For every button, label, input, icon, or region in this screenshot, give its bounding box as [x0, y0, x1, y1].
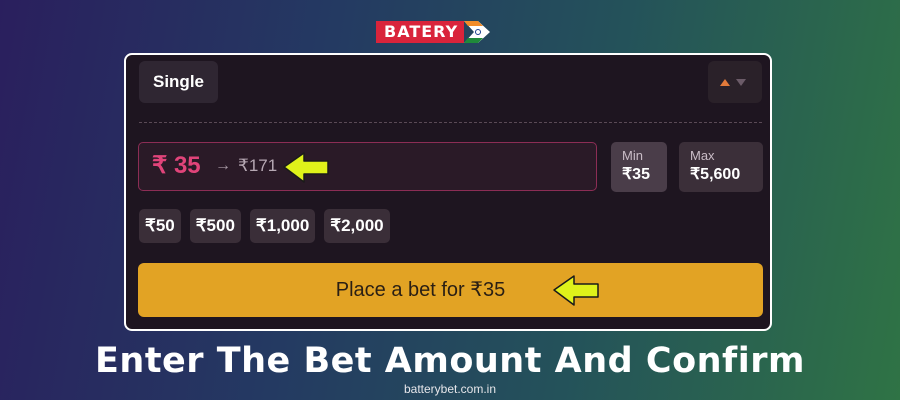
- site-domain: batterybet.com.in: [403, 382, 497, 396]
- bet-panel: Single ₹ 35 → ₹171 Min ₹35 Max ₹5,600 ₹5…: [124, 53, 772, 331]
- max-value: ₹5,600: [690, 166, 741, 183]
- bet-mode-toggle[interactable]: [708, 61, 762, 103]
- sort-arrows-icon: [720, 79, 746, 86]
- max-label: Max: [690, 148, 715, 163]
- quick-amount-2000[interactable]: ₹2,000: [324, 209, 390, 243]
- pointer-arrow-icon: [283, 152, 329, 183]
- india-flag-icon: [464, 21, 491, 43]
- min-value: ₹35: [622, 166, 650, 183]
- logo-text: BATERY: [376, 21, 465, 43]
- place-bet-label: Place a bet for ₹35: [335, 279, 506, 301]
- max-bet-button[interactable]: Max ₹5,600: [679, 142, 763, 192]
- quick-amount-1000[interactable]: ₹1,000: [249, 209, 316, 243]
- quick-amount-500[interactable]: ₹500: [189, 209, 241, 243]
- batery-logo: BATERY: [376, 20, 491, 44]
- bet-amount-input[interactable]: ₹ 35 → ₹171: [138, 142, 597, 191]
- arrow-icon: →: [215, 157, 231, 174]
- min-label: Min: [622, 148, 643, 163]
- potential-payout: ₹171: [238, 156, 278, 175]
- min-bet-button[interactable]: Min ₹35: [611, 142, 667, 192]
- tab-single[interactable]: Single: [139, 61, 218, 103]
- divider: [139, 122, 762, 123]
- quick-amount-50[interactable]: ₹50: [139, 209, 181, 243]
- headline: Enter The Bet Amount And Confirm: [95, 341, 805, 381]
- bet-amount-value: ₹ 35: [152, 152, 201, 179]
- quick-amounts: ₹50 ₹500 ₹1,000 ₹2,000: [139, 209, 390, 243]
- pointer-arrow-icon: [553, 275, 599, 306]
- place-bet-button[interactable]: Place a bet for ₹35: [138, 263, 763, 317]
